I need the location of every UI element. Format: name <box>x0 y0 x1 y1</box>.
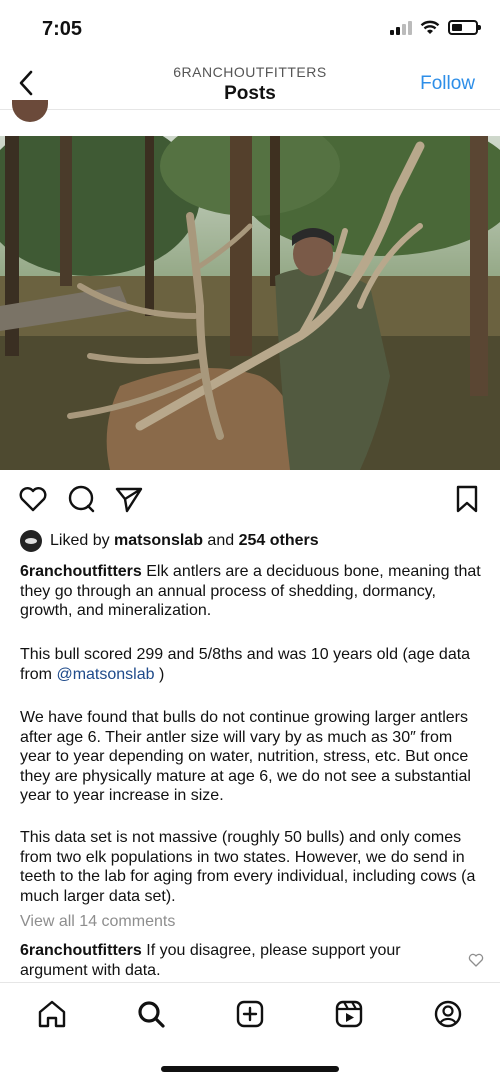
comment-heart-icon[interactable] <box>468 952 484 968</box>
liker-avatar <box>20 530 42 552</box>
share-icon[interactable] <box>114 484 144 514</box>
likes-and: and <box>207 532 235 549</box>
comment-icon[interactable] <box>66 484 96 514</box>
status-bar: 7:05 <box>0 0 500 60</box>
wifi-icon <box>420 20 440 34</box>
caption-text-3: We have found that bulls do not continue… <box>20 709 471 804</box>
avatar[interactable] <box>12 100 48 122</box>
home-icon[interactable] <box>37 999 67 1029</box>
likes-row[interactable]: Liked by matsonslab and 254 others <box>20 530 480 552</box>
status-time: 7:05 <box>42 18 83 40</box>
caption-mention[interactable]: @matsonslab <box>56 666 154 683</box>
profile-icon[interactable] <box>433 999 463 1029</box>
reels-icon[interactable] <box>334 999 364 1029</box>
home-indicator <box>161 1066 339 1072</box>
caption-paragraph-1: 6ranchoutfitters Elk antlers are a decid… <box>20 562 482 621</box>
follow-button[interactable]: Follow <box>420 73 475 95</box>
likes-others[interactable]: 254 others <box>239 532 319 550</box>
search-icon[interactable] <box>136 999 166 1029</box>
caption-text-2-end: ) <box>158 665 165 683</box>
likes-prefix: Liked by <box>50 532 110 549</box>
liker-username[interactable]: matsonslab <box>114 532 203 550</box>
comment-username[interactable]: 6ranchoutfitters <box>20 942 142 959</box>
create-post-icon[interactable] <box>235 999 265 1029</box>
battery-icon <box>448 20 481 35</box>
post-actions <box>0 484 500 518</box>
post-photo[interactable] <box>0 136 500 470</box>
caption-text-4: This data set is not massive (roughly 50… <box>20 829 476 905</box>
status-icons <box>390 20 481 35</box>
cellular-signal-icon <box>390 20 412 35</box>
caption-paragraph-3: We have found that bulls do not continue… <box>20 708 482 806</box>
heart-icon[interactable] <box>18 484 48 514</box>
nav-header: 6RANCHOUTFITTERS Posts Follow <box>0 58 500 110</box>
view-all-comments-link[interactable]: View all 14 comments <box>20 913 175 931</box>
caption-paragraph-2: This bull scored 299 and 5/8ths and was … <box>20 645 482 684</box>
caption-username[interactable]: 6ranchoutfitters <box>20 563 142 580</box>
caption-paragraph-4: This data set is not massive (roughly 50… <box>20 828 482 906</box>
elk-hunter-photo-icon <box>0 136 500 470</box>
comment-item: 6ranchoutfitters If you disagree, please… <box>20 941 450 980</box>
bookmark-icon[interactable] <box>452 484 482 514</box>
